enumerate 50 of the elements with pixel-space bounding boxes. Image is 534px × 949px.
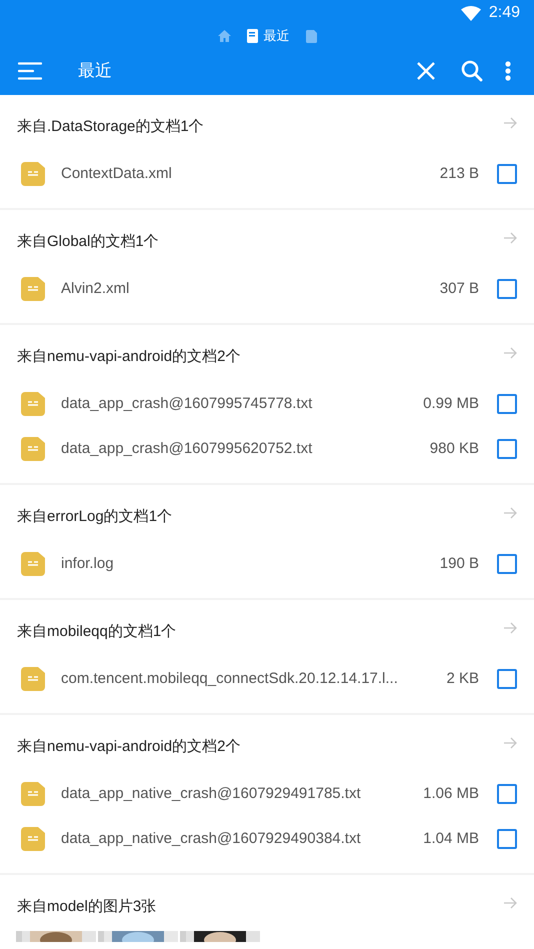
file-size: 980 KB: [430, 440, 479, 457]
checkbox[interactable]: [497, 554, 517, 574]
file-icon: [21, 392, 45, 416]
file-name[interactable]: ContextData.xml: [61, 165, 432, 182]
group-title: 来自Global的文档1个: [17, 232, 159, 250]
checkbox[interactable]: [497, 394, 517, 414]
home-icon: [218, 30, 230, 42]
checkbox[interactable]: [497, 784, 517, 804]
file-size: 213 B: [440, 165, 479, 182]
file-name[interactable]: infor.log: [61, 555, 432, 572]
file-size: 0.99 MB: [423, 395, 479, 412]
checkbox[interactable]: [497, 438, 517, 458]
file-icon: [21, 276, 45, 300]
group-title: 来自nemu-vapi-android的文档2个: [17, 346, 240, 366]
group-title: 来自mobileqq的文档1个: [17, 622, 176, 640]
checkbox[interactable]: [497, 828, 517, 848]
file-size: 1.06 MB: [423, 785, 479, 802]
file-name[interactable]: com.tencent.mobileqq_connectSdk.20.12.14.17.l...: [61, 670, 438, 687]
close-icon[interactable]: [417, 62, 435, 80]
file-name[interactable]: data_app_native_crash@1607929491785.txt: [61, 785, 416, 802]
file-icon: [21, 162, 45, 186]
search-icon[interactable]: [461, 60, 483, 82]
document-icon: [306, 30, 316, 42]
toolbar-title: 最近: [78, 60, 113, 82]
file-size: 2 KB: [446, 670, 479, 687]
group-title: 来自nemu-vapi-android的文档2个: [17, 736, 240, 756]
group-title: 来自model的图片3张: [17, 896, 156, 916]
checkbox[interactable]: [497, 668, 517, 688]
file-name[interactable]: Alvin2.xml: [61, 280, 432, 297]
group-title: 来自.DataStorage的文档1个: [17, 116, 204, 136]
group-title: 来自errorLog的文档1个: [17, 506, 172, 526]
file-name[interactable]: data_app_crash@1607995620752.txt: [61, 440, 422, 457]
breadcrumb-item[interactable]: 最近: [246, 27, 290, 45]
checkbox[interactable]: [497, 278, 517, 298]
file-icon: [21, 552, 45, 576]
file-icon: [21, 666, 45, 690]
checkbox[interactable]: [497, 164, 517, 184]
more-icon[interactable]: [505, 60, 511, 80]
file-icon: [21, 782, 45, 806]
file-size: 1.04 MB: [423, 830, 479, 847]
file-size: 190 B: [440, 555, 479, 572]
status-time: 2:49: [488, 4, 520, 22]
file-name[interactable]: data_app_crash@1607995745778.txt: [61, 395, 416, 412]
file-icon: [21, 436, 45, 460]
document-icon: [246, 29, 258, 43]
wifi-icon: [460, 6, 481, 20]
file-size: 307 B: [440, 280, 479, 297]
menu-icon[interactable]: [18, 62, 42, 80]
file-name[interactable]: data_app_native_crash@1607929490384.txt: [61, 830, 416, 847]
file-icon: [21, 826, 45, 850]
